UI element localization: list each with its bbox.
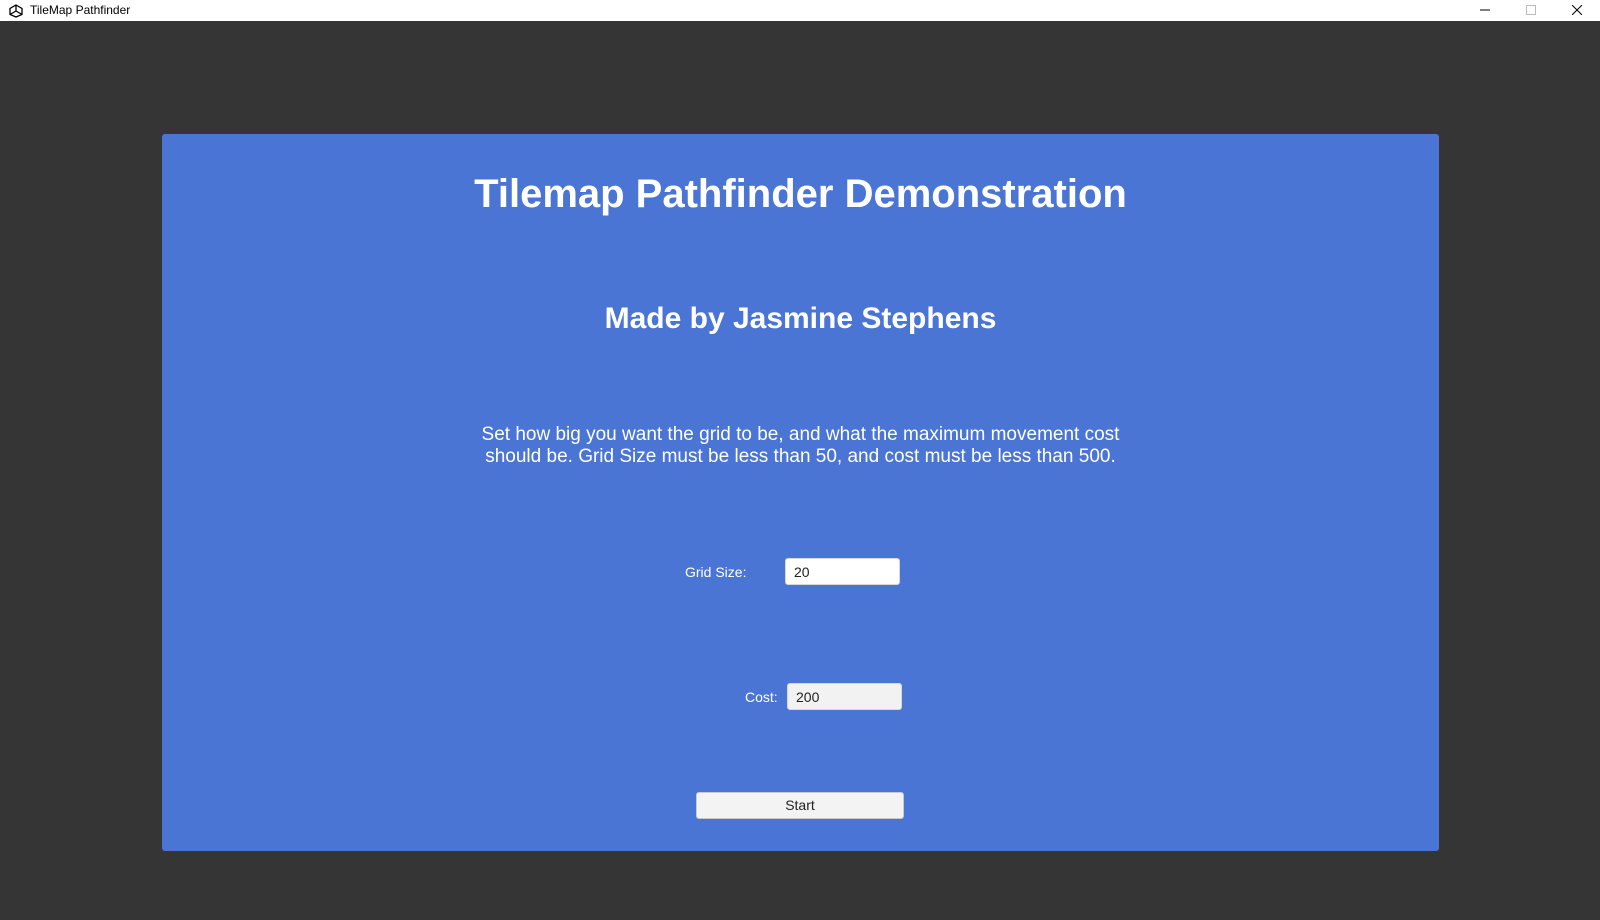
author-subtitle: Made by Jasmine Stephens: [604, 302, 997, 335]
minimize-button[interactable]: [1462, 0, 1508, 21]
instructions-text: Set how big you want the grid to be, and…: [481, 424, 1120, 467]
close-icon: [1571, 2, 1583, 20]
window-titlebar[interactable]: TileMap Pathfinder: [0, 0, 1600, 21]
start-button[interactable]: Start: [696, 792, 904, 819]
maximize-icon: [1526, 2, 1536, 20]
window-title: TileMap Pathfinder: [30, 3, 131, 17]
window-controls: [1462, 0, 1600, 21]
maximize-button[interactable]: [1508, 0, 1554, 21]
page-title: Tilemap Pathfinder Demonstration: [474, 172, 1127, 216]
grid-size-label: Grid Size:: [685, 564, 747, 580]
menu-panel: Tilemap Pathfinder Demonstration Made by…: [162, 134, 1439, 851]
close-button[interactable]: [1554, 0, 1600, 21]
minimize-icon: [1480, 2, 1490, 20]
grid-size-input[interactable]: [785, 558, 900, 585]
game-viewport: Tilemap Pathfinder Demonstration Made by…: [0, 21, 1600, 920]
unity-logo-icon: [8, 3, 24, 19]
cost-input[interactable]: [787, 683, 902, 710]
cost-label: Cost:: [745, 689, 778, 705]
